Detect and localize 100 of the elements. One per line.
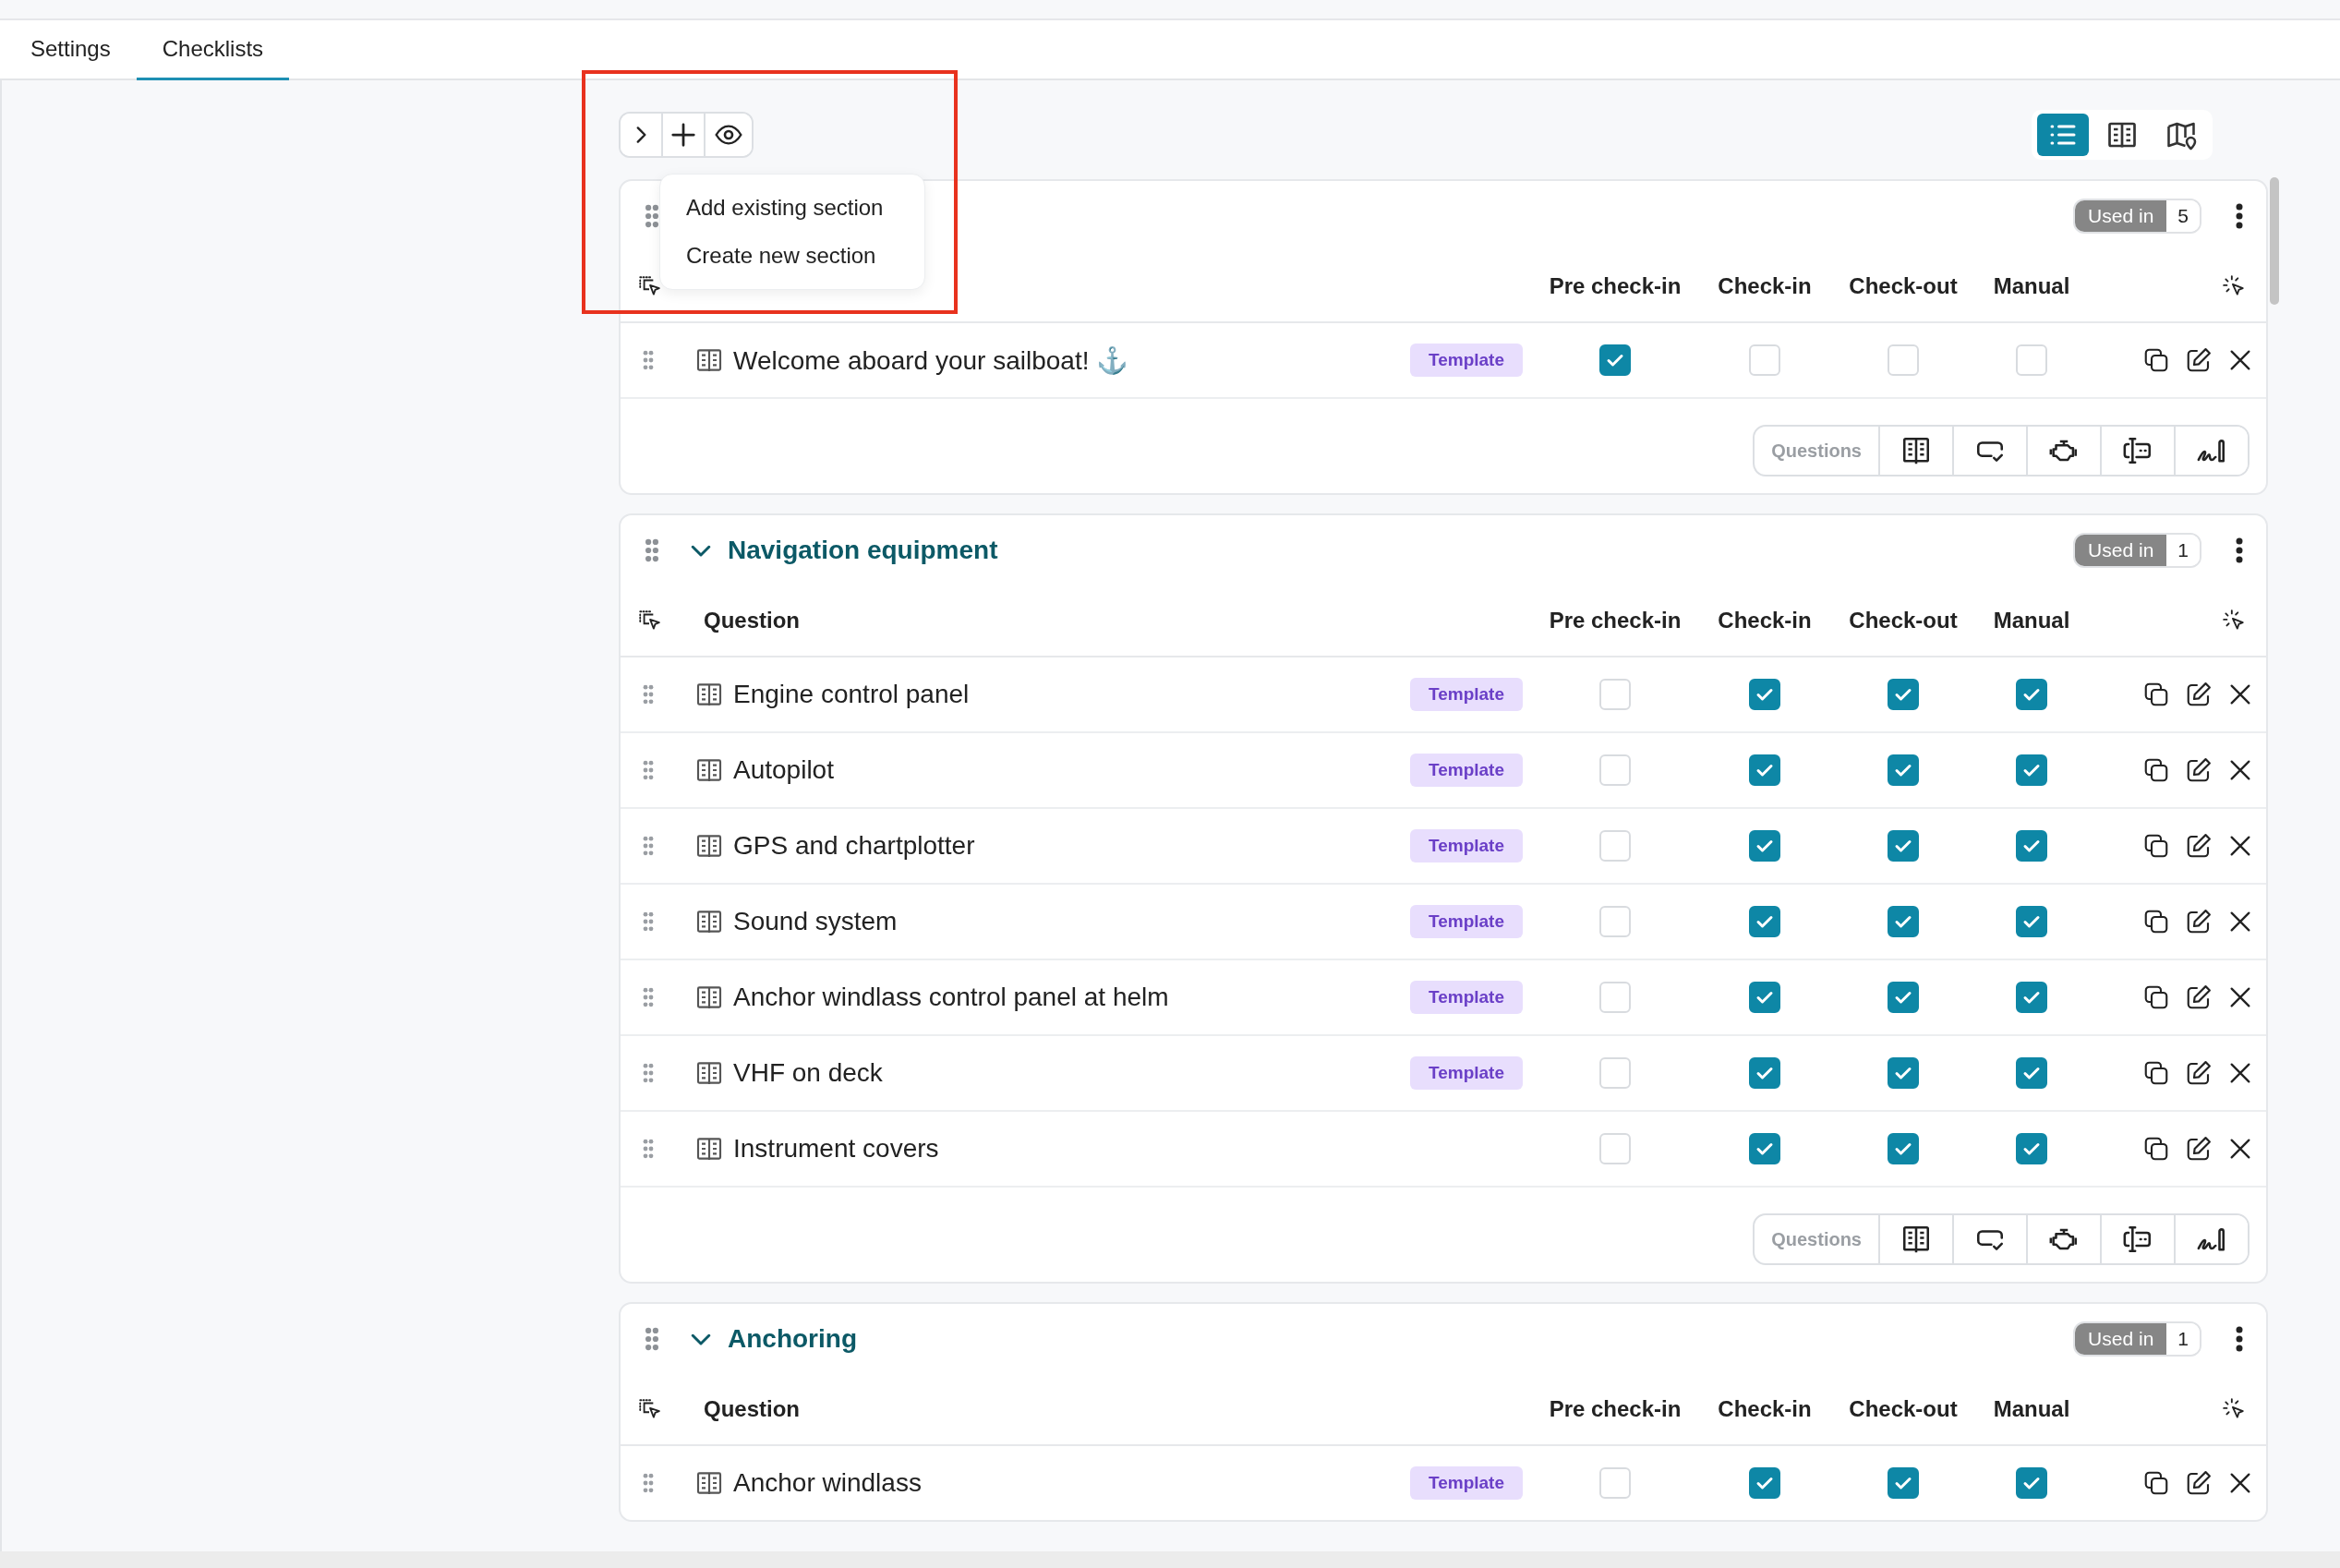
more-menu-icon[interactable] [2235,537,2244,564]
drag-handle-icon[interactable] [645,204,659,228]
question-text: VHF on deck [733,1058,883,1088]
edit-icon[interactable] [2185,1469,2213,1497]
menu-item[interactable]: Create new section [660,232,924,280]
list-icon[interactable] [2037,114,2089,156]
column-header: Pre check-in [1549,273,1682,299]
column-header: Manual [1993,273,2070,299]
sparkle-cursor-icon[interactable] [2222,609,2246,633]
column-header: Pre check-in [1549,608,1682,633]
menu-item[interactable]: Add existing section [660,184,924,232]
checkbox[interactable] [1888,754,1919,786]
column-header: Check-in [1718,273,1812,299]
edit-icon[interactable] [2185,756,2213,784]
checkbox[interactable] [2016,754,2047,786]
sparkle-cursor-icon[interactable] [2222,1397,2246,1421]
copy-icon[interactable] [2142,756,2170,784]
used-in-label: Used in [2075,1323,2167,1355]
drag-handle-icon[interactable] [643,911,654,932]
copy-icon[interactable] [2142,908,2170,935]
more-menu-icon[interactable] [2235,1325,2244,1353]
checkbox[interactable] [2016,982,2047,1013]
drag-handle-icon[interactable] [645,538,659,562]
question-text: Autopilot [733,755,834,785]
chevron-right-icon[interactable] [621,114,663,156]
column-header: Check-in [1718,1396,1812,1422]
checkbox[interactable] [2016,679,2047,710]
used-in-label: Used in [2075,200,2167,232]
questions-label: Questions [1770,1227,1863,1251]
column-header: Question [704,1396,800,1421]
checkbox[interactable] [1749,982,1780,1013]
drag-handle-icon[interactable] [643,684,654,705]
checkbox[interactable] [1749,1057,1780,1089]
more-menu-icon[interactable] [2235,202,2244,230]
template-tag: Template [1410,1466,1523,1500]
checkbox[interactable] [1749,830,1780,862]
checkbox[interactable] [2016,830,2047,862]
checkbox[interactable] [1888,982,1919,1013]
scrollbar-thumb[interactable] [2270,177,2279,305]
question-text: GPS and chartplotter [733,831,975,861]
copy-icon[interactable] [2142,983,2170,1011]
question-text: Instrument covers [733,1134,939,1164]
copy-icon[interactable] [2142,681,2170,708]
edit-icon[interactable] [2185,346,2213,374]
used-in-label: Used in [2075,535,2167,566]
question-text: Sound system [733,907,898,936]
edit-icon[interactable] [2185,681,2213,708]
checkbox[interactable] [1749,754,1780,786]
template-tag: Template [1410,678,1523,711]
checkbox[interactable] [1749,679,1780,710]
column-header: Check-out [1849,608,1958,633]
signature-icon[interactable] [2174,427,2248,475]
checkbox[interactable] [1888,1057,1919,1089]
checkbox[interactable] [1888,906,1919,937]
edit-icon[interactable] [2185,908,2213,935]
checkbox[interactable] [2016,1057,2047,1089]
column-header: Question [704,608,800,633]
checkbox[interactable] [2016,1467,2047,1499]
template-tag: Template [1410,829,1523,862]
drag-handle-icon[interactable] [643,350,654,370]
edit-icon[interactable] [2185,1059,2213,1087]
copy-icon[interactable] [2142,1059,2170,1087]
question-text: Anchor windlass [733,1468,922,1498]
checkbox[interactable] [1888,830,1919,862]
drag-handle-icon[interactable] [643,836,654,856]
checkbox[interactable] [1888,1133,1919,1164]
template-tag: Template [1410,1056,1523,1090]
question-text: Anchor windlass control panel at helm [733,983,1169,1012]
checkbox[interactable] [1749,906,1780,937]
copy-icon[interactable] [2142,1135,2170,1163]
copy-icon[interactable] [2142,1469,2170,1497]
tab[interactable]: Checklists [136,20,290,80]
signature-icon[interactable] [2174,1215,2248,1263]
edit-icon[interactable] [2185,832,2213,860]
column-header: Check-in [1718,608,1812,633]
drag-handle-icon[interactable] [643,1473,654,1493]
edit-icon[interactable] [2185,1135,2213,1163]
template-tag: Template [1410,754,1523,787]
question-text: Welcome aboard your sailboat! ⚓ [733,344,1129,376]
checkbox[interactable] [1599,344,1631,376]
checkbox[interactable] [1888,1467,1919,1499]
drag-handle-icon[interactable] [643,760,654,780]
drag-handle-icon[interactable] [645,1327,659,1351]
checkbox[interactable] [2016,906,2047,937]
column-header: Check-out [1849,273,1958,299]
checkbox[interactable] [2016,1133,2047,1164]
sparkle-cursor-icon[interactable] [2222,274,2246,298]
drag-handle-icon[interactable] [643,987,654,1007]
checkbox[interactable] [1749,1133,1780,1164]
tab[interactable]: Settings [5,20,137,80]
template-tag: Template [1410,981,1523,1014]
checkbox[interactable] [1749,1467,1780,1499]
edit-icon[interactable] [2185,983,2213,1011]
drag-handle-icon[interactable] [643,1139,654,1159]
copy-icon[interactable] [2142,346,2170,374]
section-title: Navigation equipment [728,536,998,565]
drag-handle-icon[interactable] [643,1063,654,1083]
column-header: Pre check-in [1549,1396,1682,1422]
copy-icon[interactable] [2142,832,2170,860]
checkbox[interactable] [1888,679,1919,710]
